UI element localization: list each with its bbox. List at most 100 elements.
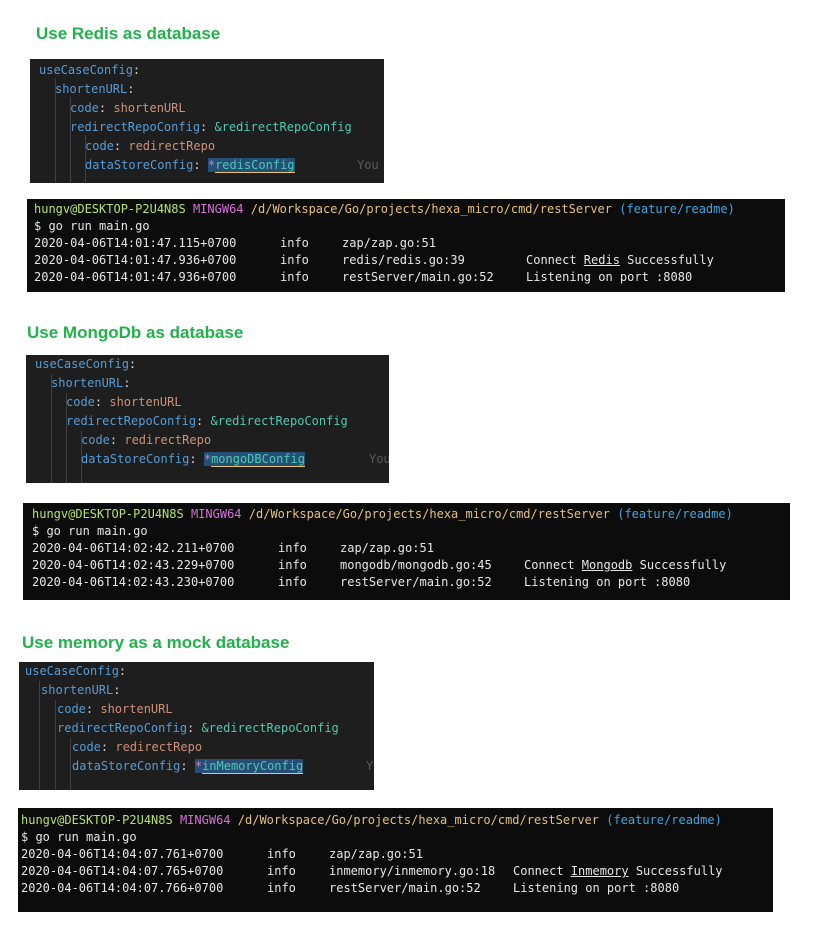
yaml-value: redirectRepo: [124, 433, 212, 447]
terminal-redis[interactable]: hungv@DESKTOP-P2U4N8S MINGW64 /d/Workspa…: [27, 199, 785, 292]
yaml-key: code: [72, 740, 101, 754]
log-level: info: [280, 236, 309, 250]
yaml-value: redirectRepo: [115, 740, 203, 754]
yaml-key: redirectRepoConfig: [66, 414, 197, 428]
log-message: Connect Inmemory Successfully: [513, 864, 723, 878]
yaml-value: redirectRepo: [128, 139, 216, 153]
code-line: redirectRepoConfig: &redirectRepoConfig: [66, 414, 348, 428]
code-line: code: redirectRepo: [81, 433, 212, 447]
yaml-anchor: &redirectRepoConfig: [210, 414, 348, 428]
log-line: 2020-04-06T14:04:07.765+0700 info inmemo…: [21, 863, 771, 880]
code-line: useCaseConfig:: [39, 63, 141, 77]
code-editor-memory[interactable]: useCaseConfig: shortenURL: code: shorten…: [19, 662, 374, 790]
yaml-value: shortenURL: [113, 101, 186, 115]
prompt-branch: (feature/readme): [619, 202, 735, 216]
indent-guide: [70, 738, 71, 790]
log-source: inmemory/inmemory.go:18: [329, 864, 496, 878]
log-message: Connect Redis Successfully: [526, 253, 714, 267]
inline-blame-hint: You: [369, 452, 389, 466]
prompt-branch: (feature/readme): [606, 813, 722, 827]
yaml-alias-value[interactable]: mongoDBConfig: [211, 452, 305, 467]
yaml-key: code: [70, 101, 99, 115]
log-source: zap/zap.go:51: [342, 236, 436, 250]
yaml-key: redirectRepoConfig: [57, 721, 188, 735]
prompt-path: /d/Workspace/Go/projects/hexa_micro/cmd/…: [250, 202, 612, 216]
code-line: code: shortenURL: [70, 101, 186, 115]
log-time: 2020-04-06T14:02:42.211+0700: [32, 541, 235, 555]
prompt-user: hungv@DESKTOP-P2U4N8S: [32, 507, 184, 521]
alias-marker: *: [207, 158, 216, 172]
log-time: 2020-04-06T14:02:43.230+0700: [32, 575, 235, 589]
code-line: code: shortenURL: [57, 702, 173, 716]
log-level: info: [278, 558, 307, 572]
yaml-alias-value[interactable]: redisConfig: [215, 158, 295, 173]
log-message: Listening on port :8080: [513, 881, 680, 895]
prompt-env: MINGW64: [190, 507, 242, 521]
section-heading-memory: Use memory as a mock database: [22, 633, 290, 652]
yaml-key: dataStoreConfig: [81, 452, 190, 466]
log-level: info: [278, 541, 307, 555]
log-level: info: [267, 864, 296, 878]
yaml-value: shortenURL: [100, 702, 173, 716]
yaml-key: dataStoreConfig: [72, 759, 181, 773]
yaml-key: dataStoreConfig: [85, 158, 194, 172]
alias-marker: *: [194, 759, 203, 773]
log-message: Listening on port :8080: [526, 270, 693, 284]
log-time: 2020-04-06T14:04:07.765+0700: [21, 864, 224, 878]
prompt-user: hungv@DESKTOP-P2U4N8S: [34, 202, 186, 216]
code-line: code: shortenURL: [66, 395, 182, 409]
log-source: restServer/main.go:52: [340, 575, 492, 589]
prompt-line: hungv@DESKTOP-P2U4N8S MINGW64 /d/Workspa…: [21, 812, 722, 829]
yaml-key: shortenURL: [55, 82, 128, 96]
log-highlight: Mongodb: [581, 558, 633, 572]
log-message: Connect Mongodb Successfully: [524, 558, 727, 572]
log-line: 2020-04-06T14:04:07.761+0700 info zap/za…: [21, 846, 771, 863]
yaml-key: useCaseConfig: [25, 664, 119, 678]
code-line: dataStoreConfig: *redisConfig: [85, 158, 295, 173]
code-line: dataStoreConfig: *mongoDBConfig: [81, 452, 305, 467]
log-line: 2020-04-06T14:02:42.211+0700 info zap/za…: [32, 540, 788, 557]
log-time: 2020-04-06T14:01:47.936+0700: [34, 253, 237, 267]
prompt-env: MINGW64: [192, 202, 244, 216]
prompt-user: hungv@DESKTOP-P2U4N8S: [21, 813, 173, 827]
log-message: Listening on port :8080: [524, 575, 691, 589]
command-line: $ go run main.go: [34, 219, 150, 233]
log-level: info: [278, 575, 307, 589]
log-level: info: [267, 881, 296, 895]
log-time: 2020-04-06T14:01:47.115+0700: [34, 236, 237, 250]
code-editor-redis[interactable]: useCaseConfig: shortenURL: code: shorten…: [30, 59, 384, 183]
log-time: 2020-04-06T14:01:47.936+0700: [34, 270, 237, 284]
prompt-line: hungv@DESKTOP-P2U4N8S MINGW64 /d/Workspa…: [34, 201, 735, 218]
log-line: 2020-04-06T14:01:47.936+0700 info restSe…: [34, 269, 784, 286]
code-line: shortenURL:: [55, 82, 135, 96]
log-highlight: Redis: [583, 253, 620, 267]
log-source: restServer/main.go:52: [342, 270, 494, 284]
log-line: 2020-04-06T14:04:07.766+0700 info restSe…: [21, 880, 771, 897]
prompt-path: /d/Workspace/Go/projects/hexa_micro/cmd/…: [248, 507, 610, 521]
code-line: redirectRepoConfig: &redirectRepoConfig: [57, 721, 339, 735]
terminal-memory[interactable]: hungv@DESKTOP-P2U4N8S MINGW64 /d/Workspa…: [18, 808, 773, 912]
code-line: code: redirectRepo: [72, 740, 203, 754]
yaml-value: shortenURL: [109, 395, 182, 409]
code-line: useCaseConfig:: [25, 664, 127, 678]
log-time: 2020-04-06T14:04:07.766+0700: [21, 881, 224, 895]
yaml-key: code: [85, 139, 114, 153]
inline-blame-hint: Y: [366, 759, 374, 773]
prompt-branch: (feature/readme): [617, 507, 733, 521]
terminal-mongodb[interactable]: hungv@DESKTOP-P2U4N8S MINGW64 /d/Workspa…: [23, 503, 790, 600]
log-highlight: Inmemory: [570, 864, 629, 878]
code-line: redirectRepoConfig: &redirectRepoConfig: [70, 120, 352, 134]
log-level: info: [280, 270, 309, 284]
section-heading-redis: Use Redis as database: [36, 24, 221, 43]
code-line: code: redirectRepo: [85, 139, 216, 153]
code-editor-mongodb[interactable]: useCaseConfig: shortenURL: code: shorten…: [26, 355, 389, 483]
command-line: $ go run main.go: [21, 830, 137, 844]
yaml-key: useCaseConfig: [35, 357, 129, 371]
yaml-alias-value[interactable]: inMemoryConfig: [202, 759, 304, 774]
prompt-path: /d/Workspace/Go/projects/hexa_micro/cmd/…: [237, 813, 599, 827]
log-line: 2020-04-06T14:02:43.229+0700 info mongod…: [32, 557, 788, 574]
yaml-key: shortenURL: [51, 376, 124, 390]
log-time: 2020-04-06T14:02:43.229+0700: [32, 558, 235, 572]
yaml-key: code: [66, 395, 95, 409]
prompt-env: MINGW64: [179, 813, 231, 827]
